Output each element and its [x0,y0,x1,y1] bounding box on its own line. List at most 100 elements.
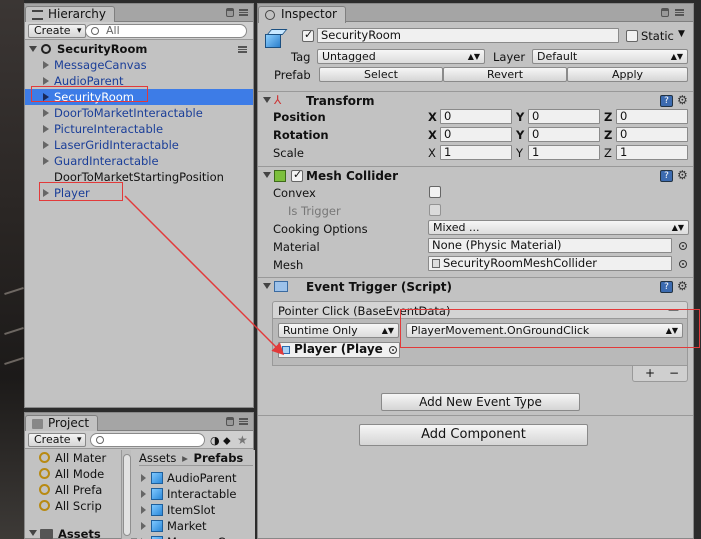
remove-event-button[interactable]: — [668,303,679,316]
hierarchy-item[interactable]: AudioParent [25,73,253,89]
breadcrumb-current[interactable]: Prefabs [194,451,244,465]
scene-menu-icon[interactable] [238,46,247,53]
transform-x-field[interactable]: 1 [440,145,512,160]
cooking-options-dropdown[interactable]: Mixed ... ▲▼ [428,220,689,235]
expand-arrow-icon[interactable] [141,506,146,514]
filter-label-icon[interactable]: ⬥ [223,434,231,448]
object-picker-icon[interactable] [679,242,687,250]
scene-root[interactable]: SecurityRoom [25,41,253,57]
favorite-item[interactable]: All Scrip [39,498,102,514]
hierarchy-item[interactable]: Player [25,185,253,201]
function-dropdown[interactable]: PlayerMovement.OnGroundClick ▲▼ [406,323,683,338]
target-object-field[interactable]: Player (Playe [278,342,400,358]
hierarchy-item[interactable]: SecurityRoom [25,89,253,105]
asset-item[interactable]: Market [151,518,207,534]
lock-icon[interactable] [661,8,669,17]
hierarchy-item[interactable]: LaserGridInteractable [25,137,253,153]
transform-x-field[interactable]: 0 [440,109,512,124]
gear-icon[interactable]: ⚙ [677,169,689,181]
hierarchy-item[interactable]: MessageCanvas [25,57,253,73]
panel-menu-icon[interactable] [239,9,248,16]
expand-arrow-icon[interactable] [141,490,146,498]
expand-arrow-icon[interactable] [29,46,37,52]
asset-item[interactable]: Interactable [151,486,237,502]
scrollbar-thumb[interactable] [123,454,131,536]
fold-arrow-icon[interactable] [263,172,271,178]
expand-arrow-icon[interactable] [43,141,49,149]
hierarchy-item[interactable]: DoorToMarketStartingPosition [25,169,253,185]
transform-z-field[interactable]: 1 [616,145,688,160]
asset-item[interactable]: MessageCanva [151,534,254,539]
asset-item[interactable]: AudioParent [151,470,237,486]
asset-item[interactable]: ItemSlot [151,502,215,518]
filter-type-icon[interactable]: ◑ [210,434,220,447]
transform-y-field[interactable]: 0 [528,109,600,124]
tab-hierarchy[interactable]: Hierarchy [25,6,116,23]
add-new-event-type-button[interactable]: Add New Event Type [381,393,580,411]
prefab-select-button[interactable]: Select [319,67,443,82]
expand-arrow-icon[interactable] [29,530,37,536]
lock-icon[interactable] [226,417,234,426]
object-name-field[interactable]: SecurityRoom [317,28,619,43]
hierarchy-item[interactable]: PictureInteractable [25,121,253,137]
transform-header[interactable]: ⅄ Transform ? ⚙ [258,91,693,109]
expand-arrow-icon[interactable] [43,61,49,69]
remove-listener-button[interactable]: − [669,366,679,380]
object-picker-icon[interactable] [679,260,687,268]
static-dropdown-icon[interactable]: ▼ [678,29,685,39]
expand-arrow-icon[interactable] [43,93,49,101]
create-dropdown[interactable]: Create [28,24,86,38]
help-icon[interactable]: ? [660,281,673,293]
favorite-item[interactable]: All Mater [39,450,106,466]
favorites-scrollbar[interactable] [121,450,131,539]
runtime-dropdown[interactable]: Runtime Only ▲▼ [278,323,399,338]
object-picker-icon[interactable] [389,346,397,354]
add-component-button[interactable]: Add Component [359,424,588,446]
tab-inspector[interactable]: Inspector [258,6,346,23]
prefab-apply-button[interactable]: Apply [567,67,688,82]
hierarchy-item[interactable]: DoorToMarketInteractable [25,105,253,121]
convex-checkbox[interactable] [429,186,441,198]
breadcrumb-root[interactable]: Assets [139,451,176,465]
help-icon[interactable]: ? [660,95,673,107]
search-input[interactable]: All [85,24,247,38]
lock-icon[interactable] [226,8,234,17]
mesh-collider-enabled-checkbox[interactable] [291,168,303,182]
expand-arrow-icon[interactable] [141,522,146,530]
favorite-item[interactable]: All Prefa [39,482,102,498]
favorite-star-icon[interactable]: ★ [237,433,248,447]
material-field[interactable]: None (Physic Material) [428,238,672,253]
tab-project[interactable]: Project [25,415,99,432]
gear-icon[interactable]: ⚙ [677,94,689,106]
favorite-item[interactable]: All Mode [39,466,104,482]
static-checkbox[interactable] [626,30,638,42]
layer-dropdown[interactable]: Default ▲▼ [532,49,688,64]
gear-icon[interactable]: ⚙ [677,280,689,292]
fold-arrow-icon[interactable] [263,97,271,103]
fold-arrow-icon[interactable] [263,283,271,289]
mesh-field[interactable]: SecurityRoomMeshCollider [428,256,672,271]
tag-dropdown[interactable]: Untagged ▲▼ [317,49,485,64]
active-checkbox[interactable] [302,28,314,42]
project-search-input[interactable] [90,433,205,447]
expand-arrow-icon[interactable] [43,189,49,197]
transform-y-field[interactable]: 1 [528,145,600,160]
transform-z-field[interactable]: 0 [616,109,688,124]
expand-arrow-icon[interactable] [141,474,146,482]
expand-arrow-icon[interactable] [43,125,49,133]
prefab-revert-button[interactable]: Revert [443,67,567,82]
expand-arrow-icon[interactable] [43,77,49,85]
event-trigger-header[interactable]: Event Trigger (Script) ? ⚙ [258,277,693,295]
transform-x-field[interactable]: 0 [440,127,512,142]
transform-z-field[interactable]: 0 [616,127,688,142]
help-icon[interactable]: ? [660,170,673,182]
create-dropdown[interactable]: Create [28,433,86,447]
panel-menu-icon[interactable] [239,418,248,425]
expand-arrow-icon[interactable] [43,109,49,117]
expand-arrow-icon[interactable] [43,157,49,165]
transform-y-field[interactable]: 0 [528,127,600,142]
hierarchy-item[interactable]: GuardInteractable [25,153,253,169]
panel-menu-icon[interactable] [675,9,684,16]
add-listener-button[interactable]: + [645,366,655,380]
mesh-collider-header[interactable]: Mesh Collider ? ⚙ [258,166,693,184]
